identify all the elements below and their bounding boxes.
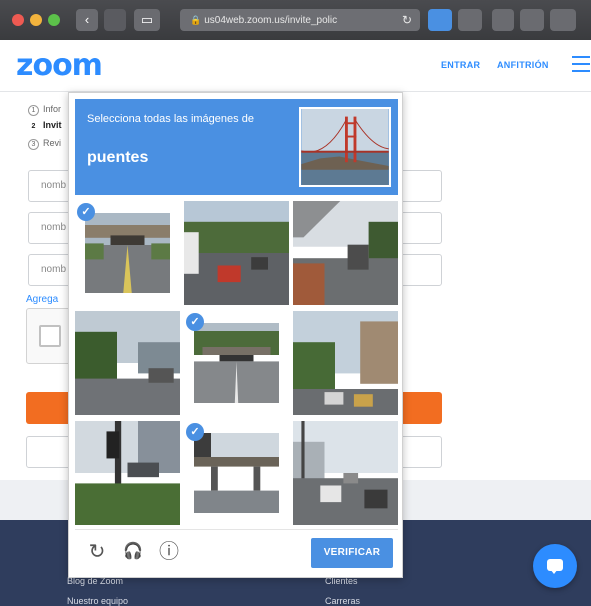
menu-icon[interactable] — [572, 56, 590, 72]
privacy-button[interactable] — [492, 9, 514, 31]
captcha-tile-9[interactable] — [293, 421, 398, 525]
recaptcha-checkbox[interactable] — [39, 325, 61, 347]
address-bar[interactable]: 🔒 us04web.zoom.us/invite_polic ↻ — [180, 9, 420, 31]
reload-icon[interactable]: ↻ — [402, 9, 412, 31]
close-window-button[interactable] — [12, 14, 24, 26]
captcha-tile-8[interactable]: ✓ — [184, 421, 289, 525]
captcha-target: puentes — [87, 149, 149, 166]
info-icon[interactable]: ⓘ — [157, 540, 181, 564]
browser-toolbar: ‹ ▭ 🔒 us04web.zoom.us/invite_polic ↻ — [0, 0, 591, 40]
headphones-icon[interactable]: 🎧 — [121, 540, 145, 564]
share-button[interactable] — [520, 9, 544, 31]
captcha-tile-5[interactable]: ✓ — [184, 311, 289, 415]
verify-button[interactable]: VERIFICAR — [311, 538, 393, 568]
chat-icon — [547, 559, 563, 574]
url-text: us04web.zoom.us/invite_polic — [204, 15, 338, 26]
back-icon: ‹ — [84, 12, 90, 27]
step-1: 1 Infor — [28, 104, 61, 116]
extension-button[interactable] — [428, 9, 452, 31]
captcha-tile-7[interactable] — [75, 421, 180, 525]
captcha-instruction: Selecciona todas las imágenes de — [87, 113, 254, 125]
selected-check-icon: ✓ — [186, 313, 204, 331]
footer-link-careers[interactable]: Carreras — [325, 596, 360, 606]
chat-button[interactable] — [533, 544, 577, 588]
site-header: zoom ENTRAR ANFITRIÓN — [0, 40, 591, 92]
add-link[interactable]: Agrega — [26, 294, 58, 305]
captcha-modal: Selecciona todas las imágenes de puentes — [68, 92, 403, 578]
step-2: 2 Invit — [31, 120, 62, 130]
captcha-tile-4[interactable] — [75, 311, 180, 415]
minimize-window-button[interactable] — [30, 14, 42, 26]
sidebar-icon: ▭ — [140, 12, 154, 27]
reload-icon[interactable]: ↻ — [85, 540, 109, 564]
maximize-window-button[interactable] — [48, 14, 60, 26]
lock-icon: 🔒 — [190, 15, 202, 25]
nav-entrar[interactable]: ENTRAR — [441, 60, 480, 70]
step-3: 3 Revi — [28, 138, 61, 150]
nav-anfitrion[interactable]: ANFITRIÓN — [497, 60, 549, 70]
captcha-header: Selecciona todas las imágenes de puentes — [75, 99, 398, 195]
sample-bridge-image — [299, 107, 391, 187]
back-button[interactable]: ‹ — [76, 9, 98, 31]
tabs-button[interactable] — [550, 9, 576, 31]
sidebar-toggle-button[interactable]: ▭ — [134, 9, 160, 31]
captcha-tile-6[interactable] — [293, 311, 398, 415]
reader-button[interactable] — [458, 9, 482, 31]
footer-link-team[interactable]: Nuestro equipo — [67, 596, 128, 606]
captcha-grid: ✓ ✓ ✓ — [75, 201, 398, 527]
selected-check-icon: ✓ — [186, 423, 204, 441]
zoom-logo[interactable]: zoom — [16, 48, 103, 83]
selected-check-icon: ✓ — [77, 203, 95, 221]
forward-button[interactable] — [104, 9, 126, 31]
captcha-tile-2[interactable] — [184, 201, 289, 305]
captcha-tile-3[interactable] — [293, 201, 398, 305]
captcha-tile-1[interactable]: ✓ — [75, 201, 180, 305]
captcha-footer: ↻ 🎧 ⓘ VERIFICAR — [75, 529, 398, 575]
